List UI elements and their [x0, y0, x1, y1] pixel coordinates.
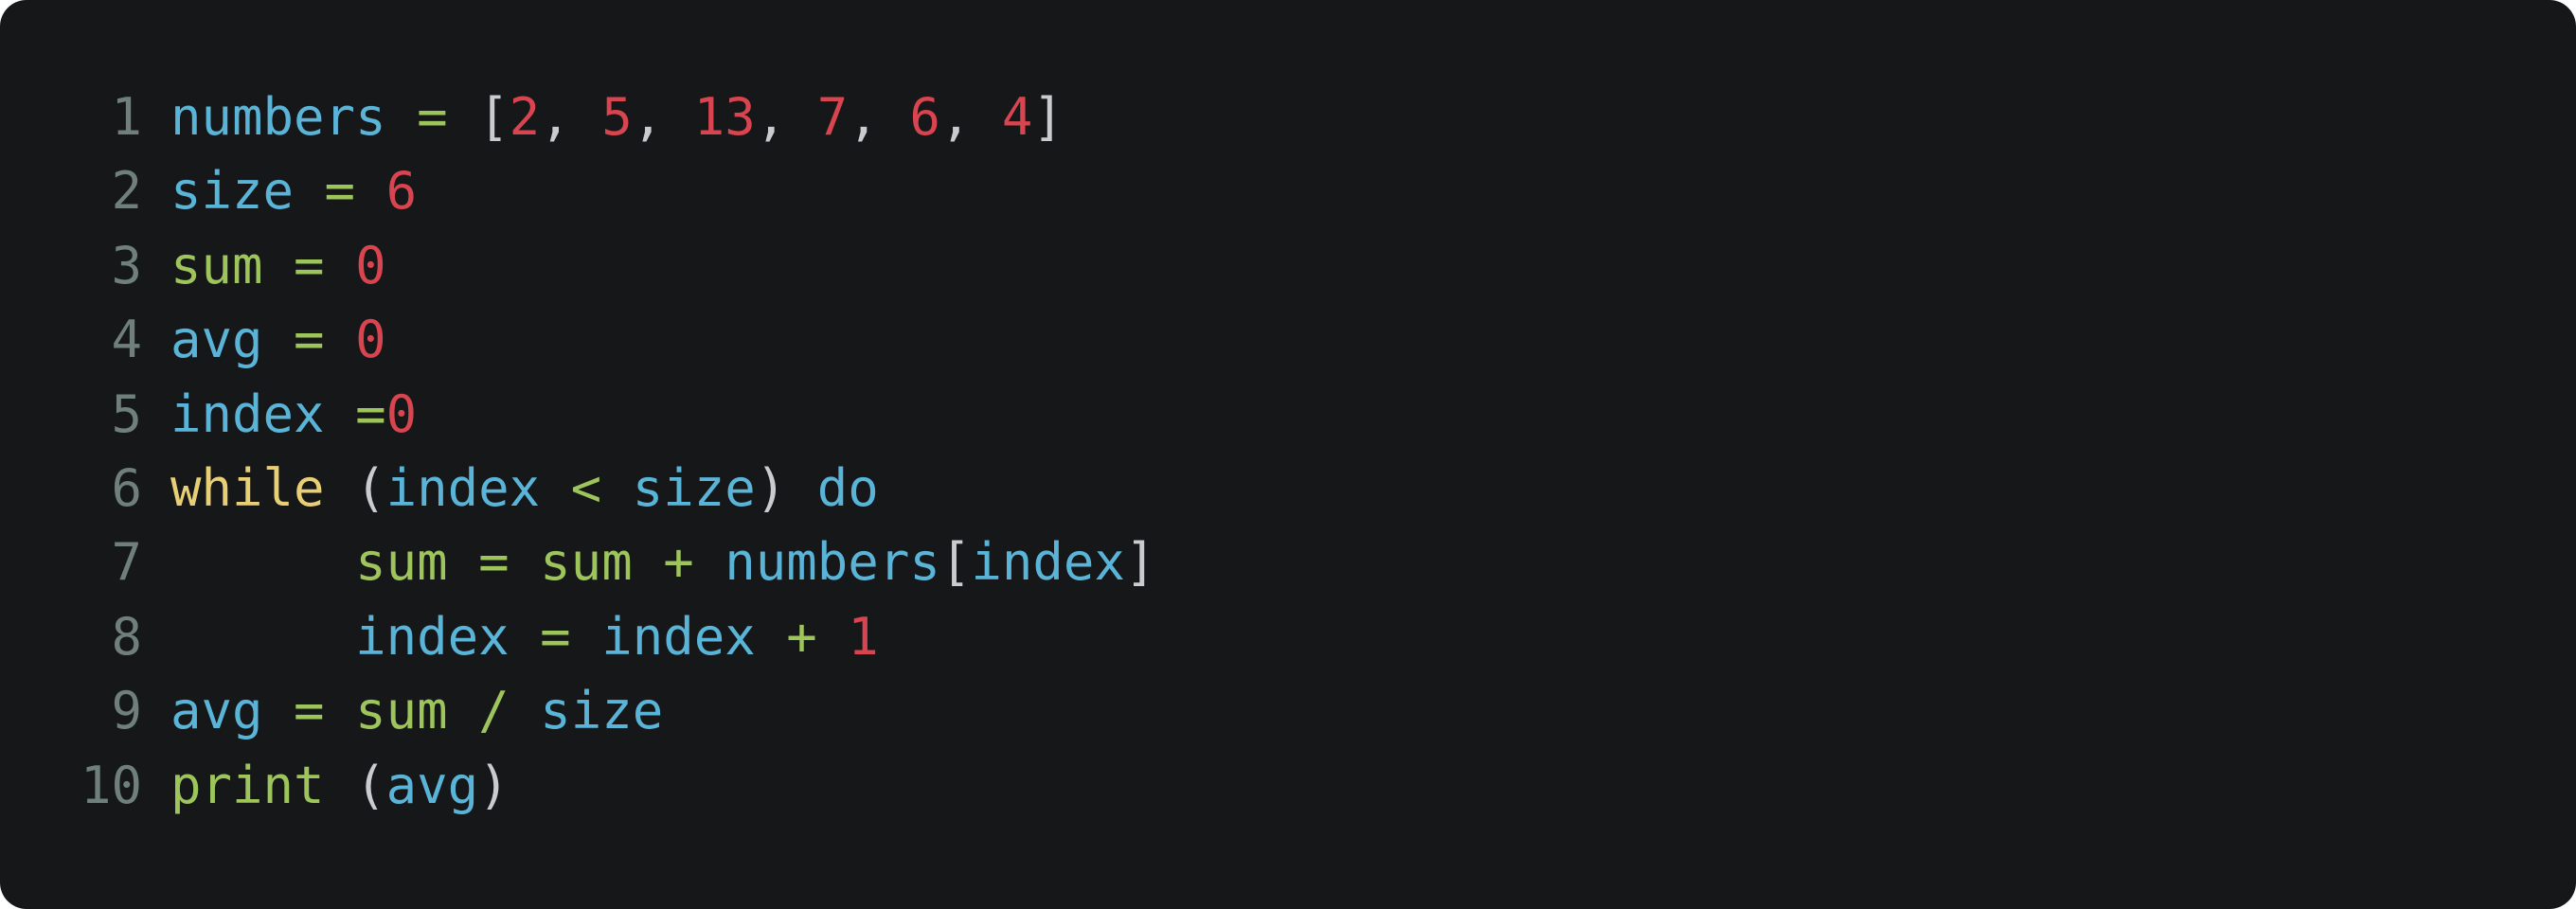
- line-number: 3: [111, 235, 142, 295]
- code-token: /: [447, 681, 541, 741]
- code-line[interactable]: 6 while (index < size) do: [0, 452, 2576, 526]
- code-line[interactable]: 5 index =0: [0, 378, 2576, 452]
- line-number: 4: [111, 310, 142, 370]
- code-token: 5: [601, 87, 633, 147]
- line-number: 5: [111, 383, 142, 444]
- code-text[interactable]: size = 6: [170, 154, 417, 228]
- code-token: sum: [540, 532, 633, 593]
- code-token: =: [294, 161, 386, 222]
- code-token: 0: [355, 310, 386, 370]
- code-token: ,: [939, 87, 1002, 147]
- code-token: =: [447, 532, 541, 593]
- code-token: numbers: [724, 532, 940, 593]
- code-text[interactable]: index = index + 1: [170, 600, 879, 674]
- code-editor[interactable]: 1 numbers = [2, 5, 13, 7, 6, 4] 2 size = 63…: [0, 0, 2576, 909]
- code-token: 6: [909, 87, 940, 147]
- code-token: =: [262, 681, 356, 741]
- code-token: =: [509, 606, 602, 667]
- code-token: avg: [385, 755, 479, 815]
- code-token: [: [939, 532, 972, 593]
- code-line[interactable]: 8 index = index + 1: [0, 600, 2576, 674]
- code-text[interactable]: sum = 0: [170, 229, 386, 303]
- code-token: ]: [1032, 87, 1064, 147]
- code-token: index: [601, 606, 756, 667]
- code-line[interactable]: 4 avg = 0: [0, 303, 2576, 377]
- line-number: 1: [111, 87, 142, 147]
- code-line[interactable]: 7 sum = sum + numbers[index]: [0, 526, 2576, 599]
- code-token: =: [385, 87, 479, 147]
- code-token: size: [170, 161, 295, 222]
- code-token: 0: [385, 383, 418, 444]
- line-number: 2: [111, 161, 142, 222]
- code-token: 6: [385, 161, 418, 222]
- code-token: while: [170, 457, 325, 518]
- code-token: numbers: [170, 87, 386, 147]
- code-token: print: [170, 755, 325, 815]
- code-line[interactable]: 3 sum = 0: [0, 229, 2576, 303]
- code-token: =: [262, 310, 356, 370]
- code-token: 7: [816, 87, 849, 147]
- code-lines: 1 numbers = [2, 5, 13, 7, 6, 4] 2 size = 63…: [0, 80, 2576, 823]
- code-text[interactable]: sum = sum + numbers[index]: [170, 526, 1155, 599]
- code-token: index: [971, 532, 1125, 593]
- code-token: (: [324, 457, 386, 518]
- code-token: index: [355, 606, 510, 667]
- code-line[interactable]: 9 avg = sum / size: [0, 674, 2576, 748]
- code-line[interactable]: 1 numbers = [2, 5, 13, 7, 6, 4]: [0, 80, 2576, 154]
- line-number: 9: [111, 681, 142, 741]
- code-token: 2: [509, 87, 541, 147]
- code-token: 0: [355, 235, 386, 295]
- code-token: (: [324, 755, 386, 815]
- code-token: 1: [848, 606, 879, 667]
- code-token: [: [478, 87, 510, 147]
- code-token: do: [816, 457, 879, 518]
- code-token: ,: [755, 87, 817, 147]
- line-number: 8: [111, 606, 142, 667]
- code-text[interactable]: while (index < size) do: [170, 452, 879, 526]
- code-text[interactable]: index =0: [170, 378, 417, 452]
- code-token: sum: [355, 681, 448, 741]
- code-text[interactable]: numbers = [2, 5, 13, 7, 6, 4]: [170, 80, 1064, 154]
- code-token: =: [262, 235, 356, 295]
- code-token: size: [632, 457, 756, 518]
- code-line[interactable]: 2 size = 6: [0, 154, 2576, 228]
- code-token: <: [540, 457, 633, 518]
- code-token: ]: [1124, 532, 1156, 593]
- code-token: 4: [1001, 87, 1033, 147]
- code-line[interactable]: 10 print (avg): [0, 749, 2576, 823]
- code-token: avg: [170, 310, 263, 370]
- code-text[interactable]: avg = sum / size: [170, 674, 663, 748]
- line-number: 7: [111, 532, 142, 593]
- code-token: index: [170, 383, 325, 444]
- code-token: index: [385, 457, 541, 518]
- line-number: 6: [111, 457, 142, 518]
- code-token: ): [755, 457, 817, 518]
- code-token: =: [324, 383, 386, 444]
- code-token: ,: [632, 87, 694, 147]
- code-token: avg: [170, 681, 263, 741]
- code-token: sum: [355, 532, 448, 593]
- code-token: +: [755, 606, 849, 667]
- code-token: size: [540, 681, 664, 741]
- code-text[interactable]: avg = 0: [170, 303, 386, 377]
- code-token: ,: [540, 87, 602, 147]
- line-number: 10: [80, 755, 142, 815]
- code-token: ,: [848, 87, 910, 147]
- code-token: sum: [170, 235, 263, 295]
- code-token: ): [478, 755, 510, 815]
- code-token: 13: [693, 87, 756, 147]
- code-text[interactable]: print (avg): [170, 749, 510, 823]
- code-token: +: [632, 532, 725, 593]
